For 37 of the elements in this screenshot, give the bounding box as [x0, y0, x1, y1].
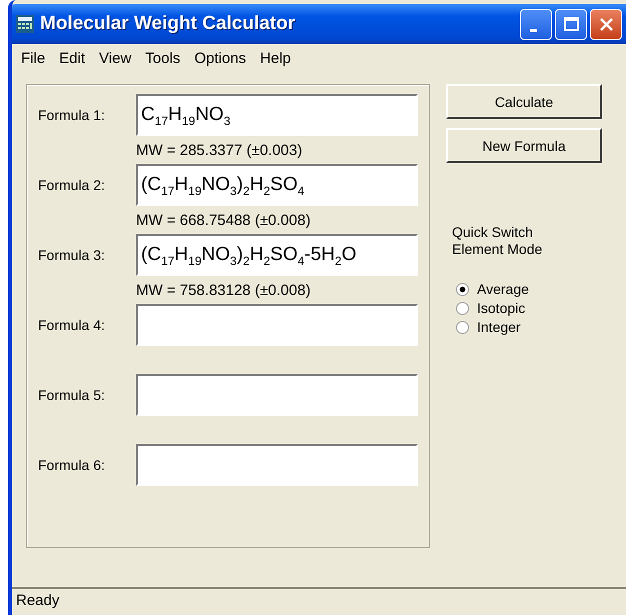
- molecular-weight-result: MW = 285.3377 (±0.003): [136, 142, 302, 158]
- action-button[interactable]: New Formula: [446, 128, 602, 163]
- molecular-weight-result: MW = 758.83128 (±0.008): [136, 282, 311, 298]
- formula-label: Formula 3:: [37, 247, 106, 263]
- maximize-button[interactable]: [555, 8, 587, 40]
- formula-input-field[interactable]: (C$_{17}$H$_{19}$NO$_{3}$)$_{2}$H$_{2}$SO$_{4}$-5H$_{2}$O: [136, 234, 418, 276]
- menu-item[interactable]: View: [94, 50, 140, 66]
- formula-label: Formula 2:: [37, 177, 106, 193]
- menu-item[interactable]: Options: [189, 50, 256, 66]
- status-bar: Ready: [12, 587, 626, 613]
- menu-item[interactable]: File: [16, 50, 54, 66]
- radio-button[interactable]: [456, 282, 469, 296]
- radio-label: Isotopic: [477, 300, 526, 316]
- formula-label: Formula 1:: [37, 107, 106, 123]
- menu-item[interactable]: Tools: [140, 50, 190, 66]
- formula-input-field[interactable]: [136, 374, 418, 416]
- formula-label: Formula 6:: [37, 457, 106, 473]
- grid-icon: [16, 15, 34, 33]
- molecular-weight-result: MW = 668.75488 (±0.008): [136, 212, 311, 228]
- formula-label: Formula 5:: [37, 387, 106, 403]
- close-button[interactable]: [590, 8, 622, 40]
- mode-label: Quick Switch Element Mode: [451, 224, 544, 258]
- minimize-icon: [530, 28, 536, 32]
- menu-item[interactable]: Help: [255, 50, 300, 66]
- action-button[interactable]: Calculate: [446, 84, 602, 119]
- formula-input-field[interactable]: [136, 444, 418, 486]
- radio-button[interactable]: [456, 302, 469, 314]
- radio-label: Integer: [477, 319, 521, 335]
- radio-button[interactable]: [456, 320, 469, 334]
- formula-input-field[interactable]: (C$_{17}$H$_{19}$NO$_{3}$)$_{2}$H$_{2}$SO$_{4}$: [136, 164, 418, 206]
- menu-item[interactable]: Edit: [54, 50, 94, 66]
- formula-input-field[interactable]: C$_{17}$H$_{19}$NO$_{3}$: [136, 94, 418, 136]
- formula-label: Formula 4:: [37, 317, 106, 333]
- radio-label: Average: [477, 281, 529, 297]
- minimize-button[interactable]: [520, 8, 552, 40]
- window-title: Molecular Weight Calculator: [40, 13, 296, 35]
- formula-input-field[interactable]: [136, 304, 418, 346]
